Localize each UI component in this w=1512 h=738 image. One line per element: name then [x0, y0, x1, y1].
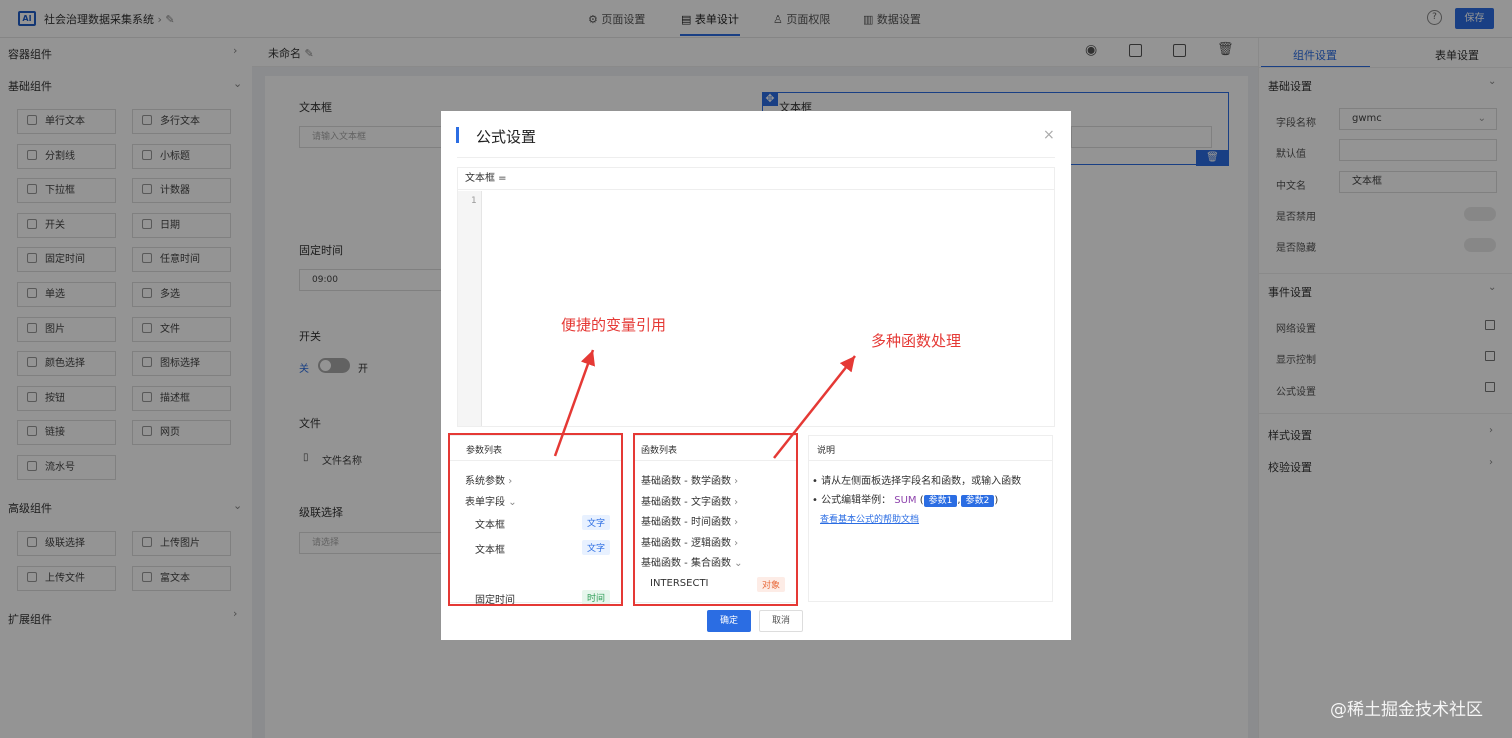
- annotation-label: 便捷的变量引用: [561, 316, 667, 334]
- watermark: @稀土掘金技术社区: [1330, 700, 1483, 720]
- annotation-label: 多种函数处理: [871, 332, 962, 350]
- annotation-arrows: [553, 349, 856, 459]
